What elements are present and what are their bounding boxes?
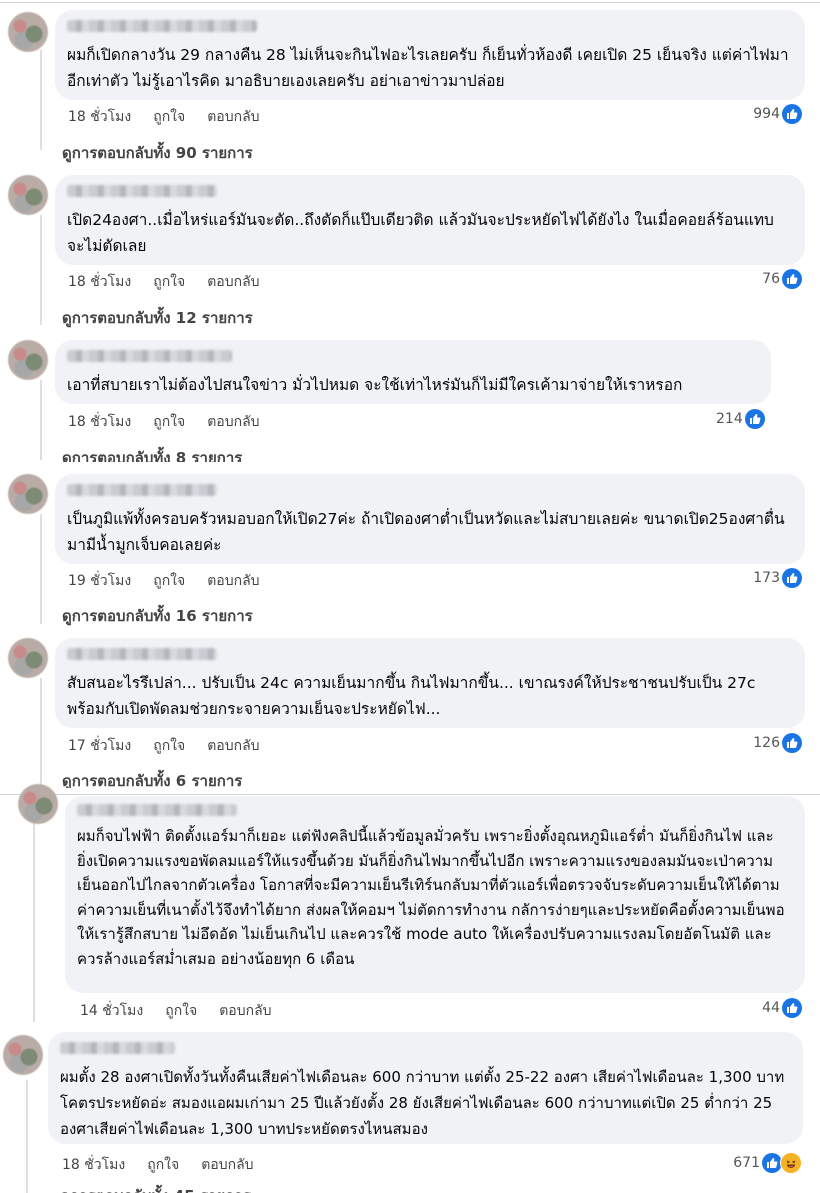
like-icon [782,104,802,124]
like-icon [782,269,802,289]
view-replies-link[interactable]: ดูการตอบกลับทั้ง 90 รายการ [62,141,253,165]
comment-text: สับสนอะไรรึเปล่า... ปรับเป็น 24c ความเย็… [67,674,756,718]
avatar[interactable] [8,638,48,678]
reaction-count[interactable]: 76 [762,269,802,289]
reaction-count[interactable]: 126 [753,733,802,753]
reaction-number: 173 [753,570,780,586]
comment: ผมตั้ง 28 องศาเปิดทั้งวันทั้งคืนเสียค่าไ… [0,1030,820,1193]
reaction-number: 671 [733,1155,760,1171]
reply-button[interactable]: ตอบกลับ [219,1000,271,1022]
comment-text: ผมตั้ง 28 องศาเปิดทั้งวันทั้งคืนเสียค่าไ… [60,1068,785,1138]
like-button[interactable]: ถูกใจ [147,1154,179,1176]
comment-actions: 18 ชั่วโมง ถูกใจ ตอบกลับ [68,271,260,293]
comment-bubble: ผมก็จบไฟฟ้า ติดตั้งแอร์มาก็เยอะ แต่ฟังคล… [65,796,805,993]
thread-line [26,1080,28,1193]
comment-bubble: ผมก็เปิดกลางวัน 29 กลางคืน 28 ไม่เห็นจะก… [55,10,805,100]
author-name-redacted[interactable] [77,804,237,816]
author-name-redacted[interactable] [67,648,217,660]
like-icon [782,998,802,1018]
thread-line [40,514,42,624]
comment-time[interactable]: 18 ชั่วโมง [68,411,131,433]
haha-icon [780,1152,802,1174]
author-name-redacted[interactable] [67,20,257,32]
reaction-number: 214 [716,411,743,427]
comment-bubble: เอาที่สบายเราไม่ต้องไปสนใจข่าว มั่วไปหมด… [55,340,771,404]
reaction-count[interactable]: 44 [762,998,802,1018]
reaction-count[interactable]: 994 [753,104,802,124]
comment-text: เป็นภูมิแพ้ทั้งครอบครัวหมอบอกให้เปิด27ค่… [67,510,785,554]
like-icon [782,733,802,753]
avatar[interactable] [18,784,58,824]
view-replies-link[interactable]: ดูการตอบกลับทั้ง 6 รายการ [62,769,242,788]
like-button[interactable]: ถูกใจ [153,570,185,592]
comment-time[interactable]: 18 ชั่วโมง [62,1154,125,1176]
comment-text: เปิด24องศา..เมื่อไหร่แอร์มันจะตัด..ถึงตั… [67,211,774,255]
reaction-count[interactable]: 671 [733,1152,802,1174]
comment-time[interactable]: 17 ชั่วโมง [68,735,131,757]
comment-actions: 17 ชั่วโมง ถูกใจ ตอบกลับ [68,735,260,757]
like-icon [744,409,765,429]
thread-line [40,215,42,325]
reaction-number: 76 [762,271,780,287]
comment-time[interactable]: 18 ชั่วโมง [68,106,131,128]
like-icon [782,568,802,588]
comment-time[interactable]: 18 ชั่วโมง [68,271,131,293]
comment-actions: 18 ชั่วโมง ถูกใจ ตอบกลับ [68,411,260,433]
comment-actions: 19 ชั่วโมง ถูกใจ ตอบกลับ [68,570,260,592]
thread-line [33,816,35,1022]
like-icon [762,1153,782,1173]
like-button[interactable]: ถูกใจ [153,106,185,128]
thread-line [40,50,42,150]
reply-button[interactable]: ตอบกลับ [207,271,259,293]
reply-button[interactable]: ตอบกลับ [207,570,259,592]
author-name-redacted[interactable] [67,484,217,496]
reaction-number: 44 [762,1000,780,1016]
reaction-number: 994 [753,106,780,122]
avatar[interactable] [3,1035,43,1075]
comment-actions: 18 ชั่วโมง ถูกใจ ตอบกลับ [68,106,260,128]
comment: สับสนอะไรรึเปล่า... ปรับเป็น 24c ความเย็… [0,628,820,788]
comment-bubble: สับสนอะไรรึเปล่า... ปรับเป็น 24c ความเย็… [55,638,805,728]
comment-bubble: เป็นภูมิแพ้ทั้งครอบครัวหมอบอกให้เปิด27ค่… [55,474,805,564]
view-replies-link[interactable]: ดูการตอบกลับทั้ง 12 รายการ [62,306,253,330]
comment-bubble: ผมตั้ง 28 องศาเปิดทั้งวันทั้งคืนเสียค่าไ… [48,1032,803,1144]
author-name-redacted[interactable] [60,1042,175,1054]
reply-button[interactable]: ตอบกลับ [201,1154,253,1176]
comment-text: เอาที่สบายเราไม่ต้องไปสนใจข่าว มั่วไปหมด… [67,376,683,394]
view-replies-link[interactable]: ดูการตอบกลับทั้ง 8 รายการ [62,446,242,462]
thread-line [40,380,42,460]
screenshot-seam [0,794,820,795]
comment-actions: 18 ชั่วโมง ถูกใจ ตอบกลับ [62,1154,254,1176]
comment-actions: 14 ชั่วโมง ถูกใจ ตอบกลับ [80,1000,272,1022]
reply-button[interactable]: ตอบกลับ [207,106,259,128]
like-button[interactable]: ถูกใจ [153,735,185,757]
thread-line [40,678,42,788]
avatar[interactable] [8,340,48,380]
comment-time[interactable]: 19 ชั่วโมง [68,570,131,592]
comment-text: ผมก็เปิดกลางวัน 29 กลางคืน 28 ไม่เห็นจะก… [67,46,789,90]
reaction-number: 126 [753,735,780,751]
like-button[interactable]: ถูกใจ [153,271,185,293]
author-name-redacted[interactable] [67,350,232,362]
avatar[interactable] [8,175,48,215]
avatar[interactable] [8,12,48,52]
comment-time[interactable]: 14 ชั่วโมง [80,1000,143,1022]
screenshot-seam [0,2,820,3]
view-replies-link[interactable]: ดูการตอบกลับทั้ง 45 รายการ [60,1184,251,1193]
reaction-count[interactable]: 214 [716,409,765,429]
comment-bubble: เปิด24องศา..เมื่อไหร่แอร์มันจะตัด..ถึงตั… [55,175,805,265]
reaction-count[interactable]: 173 [753,568,802,588]
avatar[interactable] [8,474,48,514]
view-replies-link[interactable]: ดูการตอบกลับทั้ง 16 รายการ [62,604,253,628]
comment-text: ผมก็จบไฟฟ้า ติดตั้งแอร์มาก็เยอะ แต่ฟังคล… [77,827,785,968]
reply-button[interactable]: ตอบกลับ [207,411,259,433]
like-button[interactable]: ถูกใจ [165,1000,197,1022]
author-name-redacted[interactable] [67,185,217,197]
comment: เอาที่สบายเราไม่ต้องไปสนใจข่าว มั่วไปหมด… [0,330,820,462]
like-button[interactable]: ถูกใจ [153,411,185,433]
reply-button[interactable]: ตอบกลับ [207,735,259,757]
